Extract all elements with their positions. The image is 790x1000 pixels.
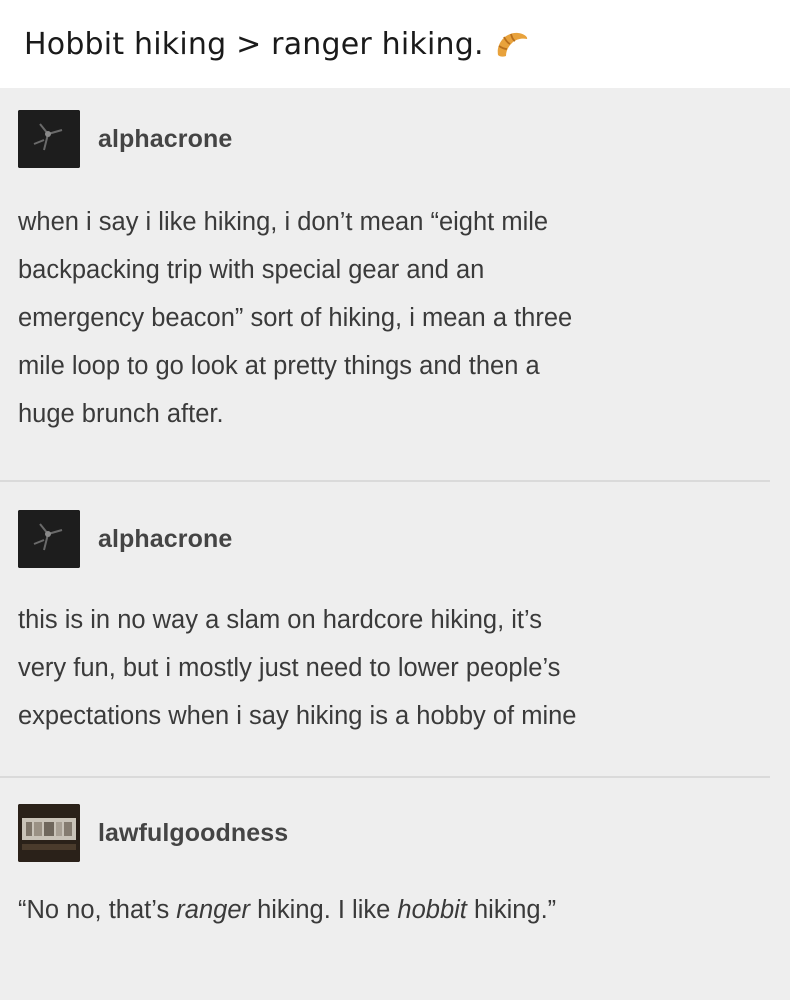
post-header: alphacrone: [18, 110, 772, 168]
body-emphasis: ranger: [176, 896, 250, 924]
post-username[interactable]: lawfulgoodness: [98, 819, 288, 848]
body-text: hiking. I like: [250, 896, 398, 924]
croissant-icon: [494, 29, 530, 59]
body-text: “No no, that’s: [18, 896, 177, 924]
post-body: when i say i like hiking, i don’t mean “…: [18, 208, 573, 428]
post-username[interactable]: alphacrone: [98, 125, 232, 154]
bookshelf-avatar[interactable]: [18, 804, 80, 862]
body-text: hiking.”: [466, 896, 557, 924]
body-emphasis: hobbit: [397, 896, 467, 924]
post-2: alphacrone this is in no way a slam on h…: [0, 482, 790, 740]
dark-avatar[interactable]: [18, 110, 80, 168]
post-1: alphacrone when i say i like hiking, i d…: [0, 88, 790, 438]
meme-page: Hobbit hiking > ranger hiking. alphacron…: [0, 0, 790, 1000]
post-body: “No no, that’s ranger hiking. I like hob…: [18, 886, 772, 934]
tumblr-screenshot: alphacrone when i say i like hiking, i d…: [0, 88, 790, 1000]
post-header: lawfulgoodness: [18, 804, 772, 862]
post-body: this is in no way a slam on hardcore hik…: [18, 606, 577, 730]
post-username[interactable]: alphacrone: [98, 525, 232, 554]
dark-avatar[interactable]: [18, 510, 80, 568]
caption-bar: Hobbit hiking > ranger hiking.: [0, 0, 790, 88]
caption-text: Hobbit hiking > ranger hiking.: [24, 26, 484, 62]
post-3: lawfulgoodness “No no, that’s ranger hik…: [0, 778, 790, 934]
post-header: alphacrone: [18, 510, 772, 568]
